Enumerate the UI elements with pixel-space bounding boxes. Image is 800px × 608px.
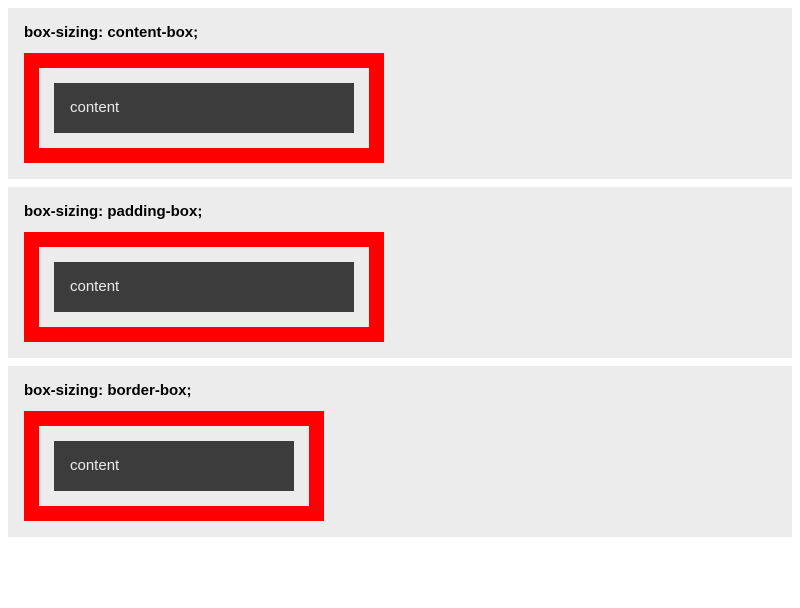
section-title: box-sizing: border-box; <box>24 382 776 399</box>
section-padding-box: box-sizing: padding-box; content <box>8 187 792 358</box>
content-area: content <box>54 83 354 133</box>
demo-box-padding-box: content <box>24 232 384 342</box>
section-title: box-sizing: padding-box; <box>24 203 776 220</box>
box-wrapper: content <box>24 411 776 521</box>
section-content-box: box-sizing: content-box; content <box>8 8 792 179</box>
content-area: content <box>54 441 294 491</box>
box-wrapper: content <box>24 53 776 163</box>
demo-box-border-box: content <box>24 411 324 521</box>
box-wrapper: content <box>24 232 776 342</box>
section-title: box-sizing: content-box; <box>24 24 776 41</box>
demo-box-content-box: content <box>24 53 384 163</box>
section-border-box: box-sizing: border-box; content <box>8 366 792 537</box>
content-area: content <box>54 262 354 312</box>
